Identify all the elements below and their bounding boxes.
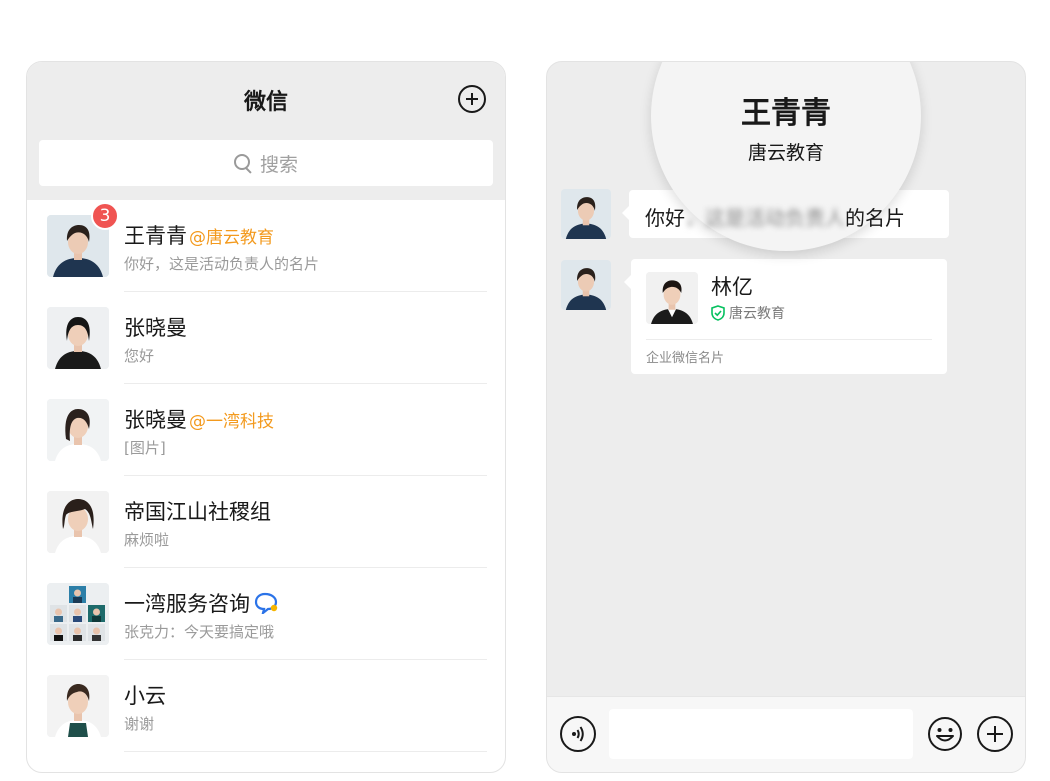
- chat-list-header: 微信 搜索: [27, 62, 505, 200]
- avatar: [47, 399, 109, 461]
- chat-preview: 麻烦啦: [124, 531, 170, 549]
- chat-name: 王青青 @唐云教育: [124, 224, 274, 248]
- chat-item-group-diguo[interactable]: 帝国江山社稷组 麻烦啦: [27, 476, 505, 568]
- verified-shield-icon: [711, 305, 725, 321]
- chat-item-zhang-xiaoman-yiwan[interactable]: 张晓曼 @一湾科技 [图片]: [27, 384, 505, 476]
- chat-item-wang-qingqing[interactable]: 3 王青青 @唐云教育 你好，这是活动负责人的名片: [27, 200, 505, 292]
- service-bubble-icon: [254, 592, 280, 619]
- corp-tag: @唐云教育: [189, 228, 274, 248]
- message-text: 你好，这是活动负责人的名片: [645, 206, 905, 230]
- add-plus-icon[interactable]: [458, 85, 486, 113]
- chat-name: 张晓曼: [124, 316, 187, 340]
- sender-avatar[interactable]: [561, 189, 611, 239]
- chat-preview: [图片]: [124, 439, 166, 457]
- unread-badge: 3: [91, 202, 119, 230]
- avatar: [47, 491, 109, 553]
- search-icon: [233, 154, 252, 172]
- group-avatar: [47, 583, 109, 645]
- card-type-label: 企业微信名片: [646, 351, 725, 366]
- conversation-panel: 王青青 唐云教育 你好，这是活动负责人的名片 林亿 唐云教育 企业微信名片: [546, 61, 1026, 773]
- corp-tag: @一湾科技: [189, 412, 274, 432]
- voice-icon[interactable]: [560, 716, 596, 752]
- chat-item-yiwan-service[interactable]: 一湾服务咨询 张克力：今天要搞定哦: [27, 568, 505, 660]
- contact-card-message[interactable]: 林亿 唐云教育 企业微信名片: [624, 259, 947, 374]
- sender-avatar[interactable]: [561, 260, 611, 310]
- more-plus-icon[interactable]: [977, 716, 1013, 752]
- search-placeholder: 搜索: [259, 153, 298, 176]
- chat-name: 张晓曼 @一湾科技: [124, 408, 274, 432]
- chat-name: 小云: [124, 684, 166, 708]
- emoji-icon[interactable]: [927, 716, 963, 752]
- chat-list-panel: 微信 搜索 3 王青青 @唐云教育 你好，这是活动负责人的名片 张晓曼 您好 张…: [26, 61, 506, 773]
- conversation-subtitle: 唐云教育: [747, 142, 824, 164]
- chat-list: 3 王青青 @唐云教育 你好，这是活动负责人的名片 张晓曼 您好 张晓曼 @一湾…: [27, 200, 505, 752]
- avatar: [47, 307, 109, 369]
- card-avatar: [646, 272, 698, 324]
- card-contact-name: 林亿: [711, 275, 753, 299]
- chat-preview: 张克力：今天要搞定哦: [124, 623, 275, 641]
- chat-item-zhang-xiaoman[interactable]: 张晓曼 您好: [27, 292, 505, 384]
- conversation-title: 王青青: [741, 96, 831, 131]
- input-bar: [547, 696, 1025, 772]
- search-input[interactable]: 搜索: [39, 140, 493, 186]
- chat-name: 一湾服务咨询: [124, 588, 280, 619]
- avatar: [47, 675, 109, 737]
- chat-preview: 谢谢: [124, 715, 155, 733]
- app-title: 微信: [243, 90, 288, 115]
- card-corp: 唐云教育: [711, 303, 785, 323]
- message-input[interactable]: [609, 709, 913, 759]
- chat-item-xiaoyun[interactable]: 小云 谢谢: [27, 660, 505, 752]
- chat-name: 帝国江山社稷组: [124, 500, 271, 524]
- chat-preview: 你好，这是活动负责人的名片: [124, 255, 320, 273]
- chat-preview: 您好: [124, 347, 155, 365]
